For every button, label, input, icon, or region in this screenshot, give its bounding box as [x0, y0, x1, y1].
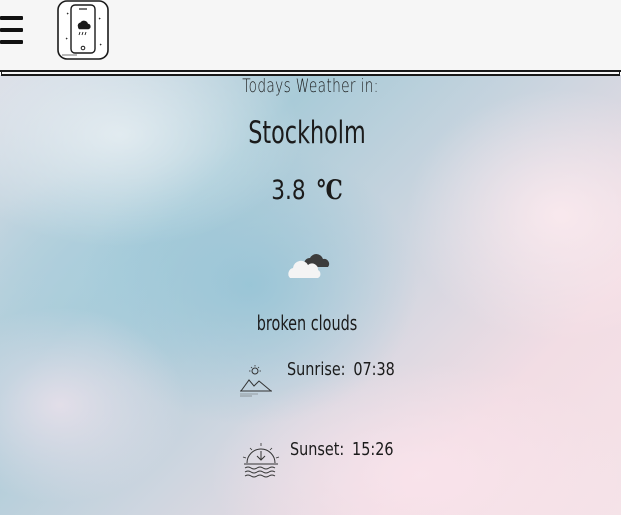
menu-bar [0, 40, 23, 44]
temperature-value: 3.8 [271, 175, 306, 206]
menu-bar [0, 28, 23, 32]
weather-phone-logo-icon[interactable]: ✦ ✦ ✦ ✦ [57, 0, 109, 60]
temperature-unit: ℃ [316, 175, 343, 206]
sunset-time: 15:26 [352, 439, 394, 460]
sunrise-label: Sunrise: 07:38 [287, 359, 395, 380]
sunset-row: Sunset: 15:26 [242, 435, 412, 478]
sunrise-text: Sunrise: [287, 359, 346, 380]
weather-description: broken clouds [256, 311, 358, 335]
sunrise-row: Sunrise: 07:38 [238, 355, 408, 397]
sunset-text: Sunset: [290, 439, 345, 460]
sunrise-icon [240, 365, 272, 397]
temperature-display: 3.8 ℃ [61, 175, 552, 206]
weather-hero-panel: Todays Weather in: Stockholm 3.8 ℃ broken… [0, 75, 621, 515]
broken-clouds-icon [288, 254, 330, 278]
app-header: ✦ ✦ ✦ ✦ [0, 0, 621, 72]
city-name: Stockholm [248, 115, 366, 151]
hamburger-menu-icon[interactable] [0, 14, 24, 46]
weather-heading: Todays Weather in: [242, 75, 379, 97]
sunset-icon [242, 443, 280, 478]
menu-bar [0, 16, 23, 20]
sunrise-time: 07:38 [353, 359, 395, 380]
sunset-label: Sunset: 15:26 [290, 439, 394, 460]
